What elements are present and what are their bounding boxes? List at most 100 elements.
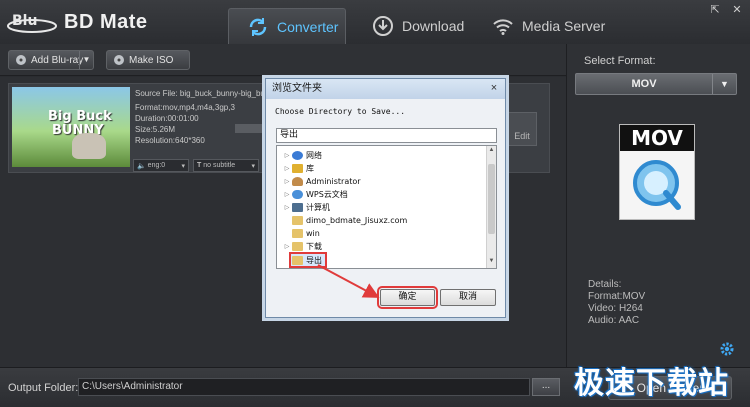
gear-icon[interactable] — [719, 341, 735, 357]
app-title: BD Mate — [64, 10, 148, 33]
watermark: 极速下载站 — [574, 366, 729, 401]
cloud-icon — [292, 189, 303, 199]
dialog-prompt: Choose Directory to Save... — [275, 107, 406, 116]
folder-icon — [292, 215, 303, 225]
add-bluray-label: Add Blu-ray — [31, 54, 84, 66]
restore-icon[interactable]: ⇱ — [708, 4, 722, 16]
scroll-up-icon[interactable]: ▲ — [487, 147, 496, 156]
tab-media-server[interactable]: Media Server — [492, 8, 605, 44]
quicktime-icon — [633, 160, 681, 210]
tree-item-label: dimo_bdmate_Jisuxz.com — [306, 215, 408, 225]
scroll-down-icon[interactable]: ▼ — [487, 258, 496, 267]
tree-item-label: 下载 — [306, 241, 322, 251]
make-iso-button[interactable]: Make ISO — [106, 50, 190, 70]
cancel-button[interactable]: 取消 — [440, 289, 496, 306]
tree-item-library[interactable]: ▷ 库 — [283, 162, 314, 174]
tab-download[interactable]: Download — [372, 8, 464, 44]
details-format: Format:MOV — [588, 291, 646, 302]
refresh-icon — [249, 17, 267, 36]
expand-icon[interactable]: ▷ — [283, 243, 291, 250]
details-audio: Audio: AAC — [588, 315, 640, 326]
chevron-down-icon[interactable]: ▼ — [79, 51, 93, 69]
tab-download-label: Download — [402, 18, 465, 34]
tree-item-label: WPS云文档 — [306, 189, 348, 199]
format-panel: Select Format: MOV ▼ MOV Details: Format… — [566, 44, 750, 367]
tree-item-wps-cloud[interactable]: ▷ WPS云文档 — [283, 188, 348, 200]
dialog-title: 浏览文件夹 — [266, 79, 505, 99]
browse-button[interactable]: ... — [532, 378, 560, 396]
tree-item-administrator[interactable]: ▷ Administrator — [283, 175, 361, 187]
tree-item-computer[interactable]: ▷ 计算机 — [283, 201, 330, 213]
video-thumbnail: Big Buck BUNNY — [12, 87, 130, 167]
network-icon — [292, 150, 303, 160]
user-icon — [292, 176, 303, 186]
audio-icon: 🔈 — [137, 162, 148, 170]
tree-item-win[interactable]: win — [291, 227, 320, 239]
subtitle-value: no subtitle — [203, 162, 236, 169]
download-icon — [373, 16, 393, 36]
tab-media-server-label: Media Server — [522, 18, 606, 34]
disc-burn-icon — [114, 55, 124, 65]
expand-icon[interactable]: ▷ — [283, 191, 291, 198]
scroll-thumb[interactable] — [488, 164, 495, 234]
close-icon[interactable]: ✕ — [730, 4, 744, 16]
tree-scrollbar[interactable]: ▲ ▼ — [486, 146, 496, 268]
file-resolution: Resolution:640*360 — [135, 136, 205, 145]
folder-name-field[interactable]: 导出 — [276, 128, 497, 143]
expand-icon[interactable]: ▷ — [283, 152, 291, 159]
folder-tree[interactable]: ▷ 网络 ▷ 库 ▷ Administrator ▷ WPS云文档 ▷ 计算机 … — [276, 145, 497, 269]
tree-item-label: Administrator — [306, 176, 361, 186]
toolbar: Add Blu-ray ▼ Make ISO — [0, 44, 566, 76]
tree-item-network[interactable]: ▷ 网络 — [283, 149, 322, 161]
svg-text:Blu: Blu — [12, 13, 37, 29]
expand-icon[interactable]: ▷ — [283, 178, 291, 185]
make-iso-label: Make ISO — [129, 54, 174, 66]
chevron-down-icon[interactable]: ▼ — [712, 74, 736, 94]
chevron-down-icon: ▾ — [181, 162, 185, 170]
close-icon[interactable]: × — [487, 82, 501, 95]
disc-icon — [16, 55, 26, 65]
details-heading: Details: — [588, 279, 622, 290]
format-select-value: MOV — [631, 78, 657, 90]
tree-item-label: 库 — [306, 163, 314, 173]
tree-item-downloads[interactable]: ▷ 下载 — [283, 240, 322, 252]
folder-icon — [292, 255, 303, 265]
tree-item-label: 计算机 — [306, 202, 330, 212]
browse-folder-dialog: 浏览文件夹 × Choose Directory to Save... 导出 ▷… — [265, 78, 506, 318]
mov-icon-text: MOV — [620, 125, 694, 151]
tree-item-dimo[interactable]: dimo_bdmate_Jisuxz.com — [291, 214, 407, 226]
folder-icon — [292, 228, 303, 238]
subtitle-select[interactable]: T no subtitle ▾ — [193, 159, 259, 172]
tab-converter[interactable]: Converter — [228, 8, 346, 44]
file-duration: Duration:00:01:00 — [135, 114, 199, 123]
expand-icon[interactable]: ▷ — [283, 204, 291, 211]
file-info: Source File: big_buck_bunny-big_bu Forma… — [135, 88, 275, 146]
details-video: Video: H264 — [588, 303, 643, 314]
format-select[interactable]: MOV ▼ — [575, 73, 737, 95]
audio-track-value: eng:0 — [147, 162, 166, 169]
bluray-logo-icon: Blu — [7, 13, 57, 33]
tree-item-export[interactable]: 导出 — [289, 252, 327, 268]
edit-button[interactable]: Edit — [507, 112, 537, 146]
brand: Blu BD Mate — [6, 8, 148, 36]
computer-icon — [292, 202, 303, 212]
file-format: Format:mov,mp4,m4a,3gp,3 — [135, 103, 235, 112]
add-bluray-button[interactable]: Add Blu-ray ▼ — [8, 50, 94, 70]
expand-icon[interactable]: ▷ — [283, 165, 291, 172]
ok-button[interactable]: 确定 — [377, 286, 438, 309]
chevron-down-icon: ▾ — [251, 162, 255, 170]
track-selectors: 🔈 eng:0 ▾ T no subtitle ▾ — [133, 159, 259, 172]
mov-format-icon: MOV — [619, 124, 695, 220]
folder-icon — [292, 241, 303, 251]
window-controls: ⇱ ✕ — [708, 4, 744, 16]
edit-label: Edit — [514, 131, 530, 141]
tree-item-label: win — [306, 228, 320, 238]
tree-item-label: 导出 — [306, 255, 322, 265]
source-file: Source File: big_buck_bunny-big_bu — [135, 89, 265, 98]
select-format-label: Select Format: — [584, 55, 656, 67]
audio-track-select[interactable]: 🔈 eng:0 ▾ — [133, 159, 189, 172]
format-details: Details: Format:MOV Video: H264 Audio: A… — [588, 279, 645, 327]
output-path-field[interactable]: C:\Users\Administrator — [78, 378, 530, 396]
thumb-title-line1: Big Buck — [48, 109, 112, 124]
output-folder-label: Output Folder: — [8, 382, 79, 394]
